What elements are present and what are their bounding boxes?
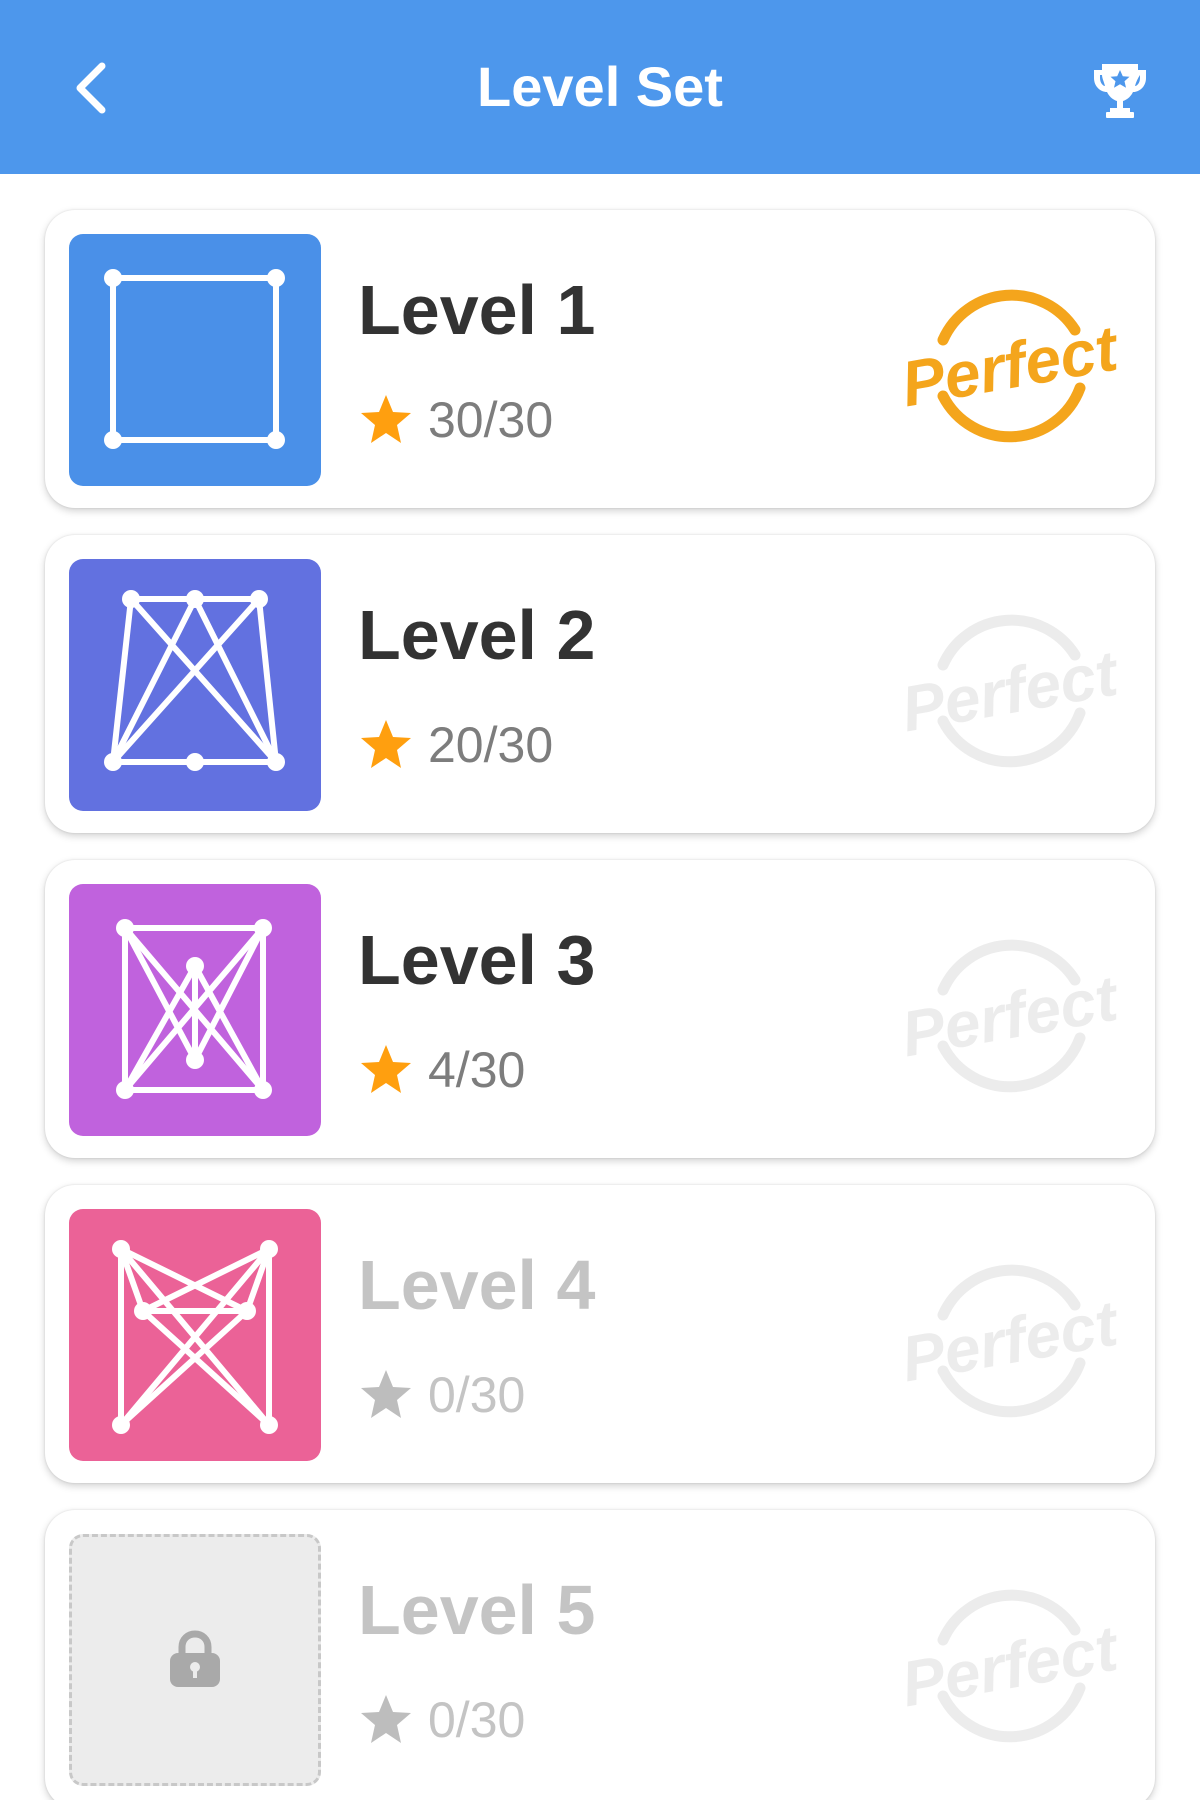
page-title: Level Set (477, 55, 723, 118)
level-title: Level 5 (358, 1571, 596, 1649)
perfect-badge: Perfect (896, 1589, 1125, 1743)
level-title: Level 4 (358, 1246, 596, 1324)
perfect-badge: Perfect (896, 1264, 1125, 1418)
star-icon (361, 1695, 411, 1743)
trapezoid-pattern-icon (104, 590, 285, 771)
star-progress: 20/30 (358, 715, 553, 775)
level-card-1[interactable]: Level 1 30/30 Perfect (45, 210, 1155, 508)
trophy-button[interactable] (1082, 52, 1158, 128)
star-count: 0/30 (428, 1367, 526, 1423)
star-count: 0/30 (428, 1692, 526, 1748)
star-progress: 0/30 (358, 1690, 525, 1750)
perfect-label: Perfect (896, 961, 1125, 1070)
star-count: 30/30 (428, 392, 554, 448)
level-thumbnail (69, 884, 321, 1136)
perfect-badge: Perfect (896, 289, 1125, 443)
star-progress: 4/30 (358, 1040, 525, 1100)
star-progress: 30/30 (358, 390, 553, 450)
level-title: Level 3 (358, 921, 596, 999)
star-progress: 0/30 (358, 1365, 525, 1425)
level-card-2[interactable]: Level 2 20/30 Perfect (45, 535, 1155, 833)
perfect-label: Perfect (896, 636, 1125, 745)
perfect-badge: Perfect (896, 614, 1125, 768)
star-icon (361, 1045, 411, 1093)
level-thumbnail-locked (69, 1534, 321, 1786)
lock-icon (170, 1630, 220, 1687)
level-title: Level 2 (358, 596, 596, 674)
level-thumbnail (69, 1209, 321, 1461)
star-icon (361, 720, 411, 768)
star-icon (361, 1370, 411, 1418)
box-star-pattern-icon (116, 919, 272, 1099)
level-title: Level 1 (358, 271, 596, 349)
bowtie-pattern-icon (112, 1240, 278, 1434)
app-header: Level Set (0, 0, 1200, 174)
level-thumbnail (69, 559, 321, 811)
level-thumbnail (69, 234, 321, 486)
perfect-label: Perfect (896, 1286, 1125, 1395)
square-pattern-icon (104, 269, 285, 449)
perfect-label: Perfect (896, 1611, 1125, 1720)
level-card-3[interactable]: Level 3 4/30 Perfect (45, 860, 1155, 1158)
trophy-icon (1094, 64, 1146, 118)
star-count: 4/30 (428, 1042, 526, 1098)
perfect-badge: Perfect (896, 939, 1125, 1093)
level-card-5[interactable]: Level 5 0/30 Perfect (45, 1510, 1155, 1800)
star-count: 20/30 (428, 717, 554, 773)
level-card-4[interactable]: Level 4 0/30 Perfect (45, 1185, 1155, 1483)
perfect-label: Perfect (896, 311, 1125, 420)
star-icon (361, 395, 411, 443)
